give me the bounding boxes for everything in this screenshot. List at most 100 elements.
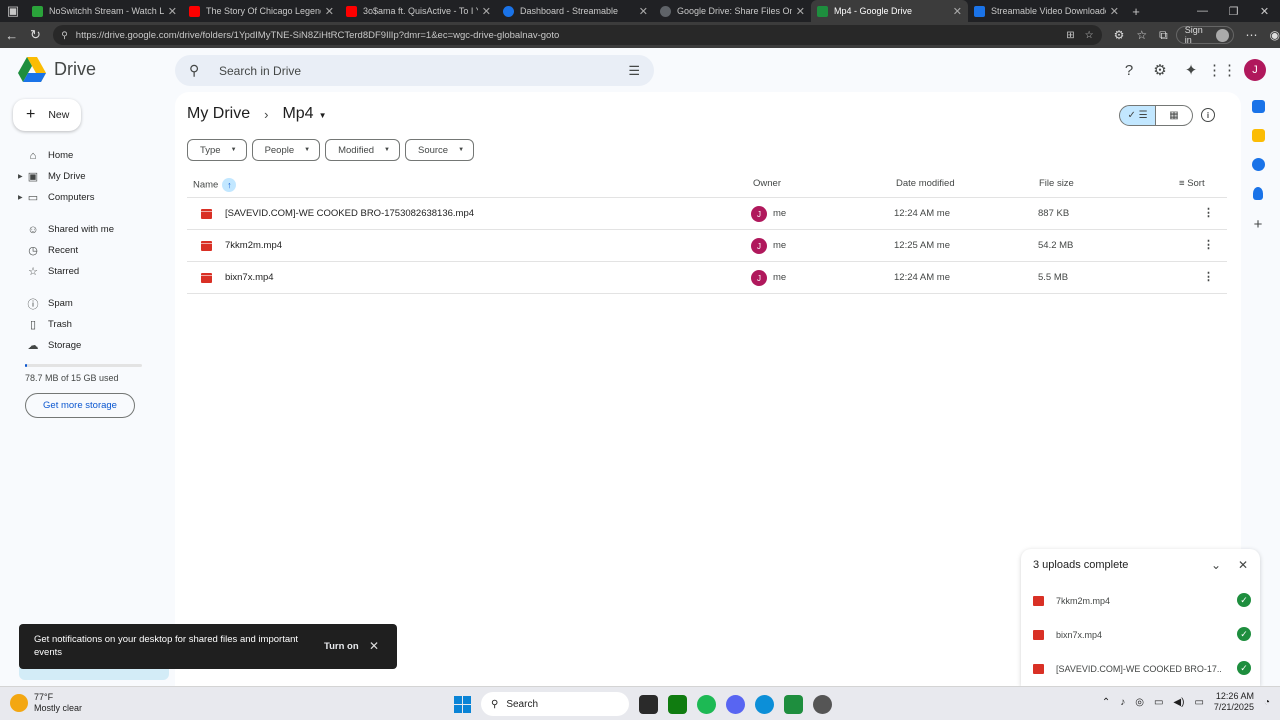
clock[interactable]: 12:26 AM 7/21/2025: [1214, 691, 1254, 714]
get-more-storage-button[interactable]: Get more storage: [25, 393, 135, 418]
close-tab-icon[interactable]: ✕: [1110, 5, 1119, 18]
sign-in-button[interactable]: Sign in: [1175, 25, 1234, 45]
sidebar-item-storage[interactable]: ☁ Storage: [18, 335, 173, 356]
help-icon[interactable]: ?: [1120, 61, 1138, 79]
sort-button[interactable]: ≡ Sort: [1179, 178, 1205, 189]
address-bar[interactable]: ⚲ https://drive.google.com/drive/folders…: [53, 25, 1102, 45]
upload-item[interactable]: 7kkm2m.mp4 ✓: [1033, 592, 1253, 612]
settings-gear-icon[interactable]: ⚙: [1151, 61, 1169, 79]
dismiss-toast-icon[interactable]: ✕: [369, 639, 379, 653]
tray-overflow-icon[interactable]: ⌃: [1102, 697, 1110, 708]
close-tab-icon[interactable]: ✕: [325, 5, 334, 18]
gemini-sparkle-icon[interactable]: ✦: [1182, 61, 1200, 79]
column-date-header[interactable]: Date modified: [896, 178, 955, 189]
edge-app-icon[interactable]: [755, 694, 774, 714]
back-icon[interactable]: ←: [0, 28, 24, 43]
minimize-icon[interactable]: —: [1187, 5, 1218, 18]
sidebar-item-spam[interactable]: ⓘ Spam: [18, 293, 173, 314]
calendar-icon[interactable]: [1251, 100, 1265, 113]
apps-grid-icon[interactable]: ⋮⋮: [1207, 61, 1237, 79]
keep-icon[interactable]: [1251, 129, 1265, 142]
copilot-icon[interactable]: ◉: [1270, 28, 1280, 42]
reload-icon[interactable]: ↻: [24, 27, 48, 43]
more-actions-icon[interactable]: ⋮: [1203, 238, 1214, 251]
xbox-app-icon[interactable]: [668, 694, 687, 714]
table-row[interactable]: 7kkm2m.mp4 J me 12:25 AM me 54.2 MB ⋮: [187, 230, 1227, 262]
column-size-header[interactable]: File size: [1039, 178, 1074, 189]
discord-app-icon[interactable]: [726, 694, 745, 714]
start-windows-icon[interactable]: [454, 695, 471, 713]
filter-people-chip[interactable]: People ▼: [251, 139, 321, 161]
contacts-icon[interactable]: [1253, 187, 1263, 200]
app-icon[interactable]: [784, 694, 803, 714]
browser-tab[interactable]: Streamable Video Downloader ✕: [968, 0, 1125, 22]
extensions-icon[interactable]: ⚙: [1114, 28, 1125, 42]
new-tab-button[interactable]: +: [1125, 0, 1147, 22]
notifications-bell-icon[interactable]: ◔: [1264, 697, 1270, 708]
browser-tab[interactable]: Dashboard - Streamable ✕: [497, 0, 654, 22]
network-icon[interactable]: ▭: [1154, 697, 1163, 708]
drive-logo[interactable]: Drive: [18, 57, 96, 82]
browser-tab-active[interactable]: Mp4 - Google Drive ✕: [811, 0, 968, 22]
list-view-button[interactable]: ✓ ☰: [1119, 105, 1156, 126]
table-row[interactable]: [SAVEVID.COM]-WE COOKED BRO-175308263813…: [187, 198, 1227, 230]
details-info-icon[interactable]: i: [1201, 108, 1215, 122]
expand-caret-icon[interactable]: ▶: [18, 173, 23, 180]
turn-on-notifications-button[interactable]: Turn on: [324, 641, 359, 652]
more-actions-icon[interactable]: ⋮: [1203, 206, 1214, 219]
favorites-icon[interactable]: ☆: [1136, 28, 1147, 42]
filter-modified-chip[interactable]: Modified ▼: [325, 139, 400, 161]
sidebar-item-recent[interactable]: ◷ Recent: [18, 240, 173, 261]
more-actions-icon[interactable]: ⋮: [1203, 270, 1214, 283]
site-info-icon[interactable]: ⚲: [61, 30, 68, 41]
browser-tab[interactable]: The Story Of Chicago Legend Lil ✕: [183, 0, 340, 22]
battery-icon[interactable]: ▭: [1194, 697, 1203, 708]
weather-widget[interactable]: 77°F Mostly clear: [10, 692, 82, 714]
close-tab-icon[interactable]: ✕: [796, 5, 805, 18]
close-upload-panel-icon[interactable]: ✕: [1238, 558, 1248, 572]
sidebar-item-computers[interactable]: ▶ ▭ Computers: [18, 187, 173, 208]
taskbar-search-box[interactable]: ⚲ Search: [481, 692, 629, 716]
tab-search-icon[interactable]: ▣: [0, 0, 26, 22]
terminal-app-icon[interactable]: [639, 694, 658, 714]
tasks-icon[interactable]: [1251, 158, 1265, 171]
volume-icon[interactable]: ◀): [1173, 697, 1184, 708]
upload-item[interactable]: [SAVEVID.COM]-WE COOKED BRO-17... ✓: [1033, 660, 1253, 680]
close-tab-icon[interactable]: ✕: [953, 5, 962, 18]
breadcrumb-my-drive[interactable]: My Drive: [187, 105, 250, 123]
drive-search-bar[interactable]: ⚲ Search in Drive ☰: [175, 55, 654, 86]
sidebar-item-starred[interactable]: ☆ Starred: [18, 261, 173, 282]
add-addon-icon[interactable]: +: [1254, 216, 1263, 233]
expand-caret-icon[interactable]: ▶: [18, 194, 23, 201]
browser-tab[interactable]: 3o$ama ft. QuisActive - To I Yawn ✕: [340, 0, 497, 22]
collections-icon[interactable]: ⧉: [1159, 28, 1168, 43]
sidebar-item-shared[interactable]: ☺ Shared with me: [18, 219, 173, 240]
sidebar-item-trash[interactable]: ▯ Trash: [18, 314, 173, 335]
close-tab-icon[interactable]: ✕: [639, 5, 648, 18]
collapse-chevron-icon[interactable]: ⌄: [1211, 558, 1221, 572]
spotify-app-icon[interactable]: [697, 694, 716, 714]
breadcrumb-current-folder[interactable]: Mp4 ▼: [282, 105, 326, 123]
column-name-header[interactable]: Name ↑: [193, 178, 237, 192]
filter-type-chip[interactable]: Type ▼: [187, 139, 247, 161]
obs-app-icon[interactable]: [813, 694, 832, 714]
browser-menu-icon[interactable]: ⋯: [1246, 28, 1258, 42]
search-input[interactable]: Search in Drive: [219, 64, 628, 78]
close-tab-icon[interactable]: ✕: [168, 5, 177, 18]
new-button[interactable]: + New: [13, 99, 81, 131]
search-icon[interactable]: ⚲: [189, 62, 211, 79]
sidebar-item-my-drive[interactable]: ▶ ▣ My Drive: [18, 166, 173, 187]
grid-view-button[interactable]: ▦: [1156, 105, 1193, 126]
browser-tab[interactable]: Google Drive: Share Files Online ✕: [654, 0, 811, 22]
sidebar-item-home[interactable]: ⌂ Home: [18, 145, 173, 166]
browser-tab[interactable]: NoSwitchh Stream - Watch Live o ✕: [26, 0, 183, 22]
sort-ascending-icon[interactable]: ↑: [222, 178, 237, 192]
upload-item[interactable]: bixn7x.mp4 ✓: [1033, 626, 1253, 646]
location-icon[interactable]: ◎: [1135, 697, 1144, 708]
install-app-icon[interactable]: ⊞: [1066, 30, 1074, 41]
microphone-icon[interactable]: ♪: [1120, 697, 1125, 708]
account-avatar[interactable]: J: [1244, 59, 1266, 81]
maximize-icon[interactable]: ❐: [1218, 5, 1249, 18]
close-window-icon[interactable]: ✕: [1249, 5, 1280, 18]
table-row[interactable]: bixn7x.mp4 J me 12:24 AM me 5.5 MB ⋮: [187, 262, 1227, 294]
